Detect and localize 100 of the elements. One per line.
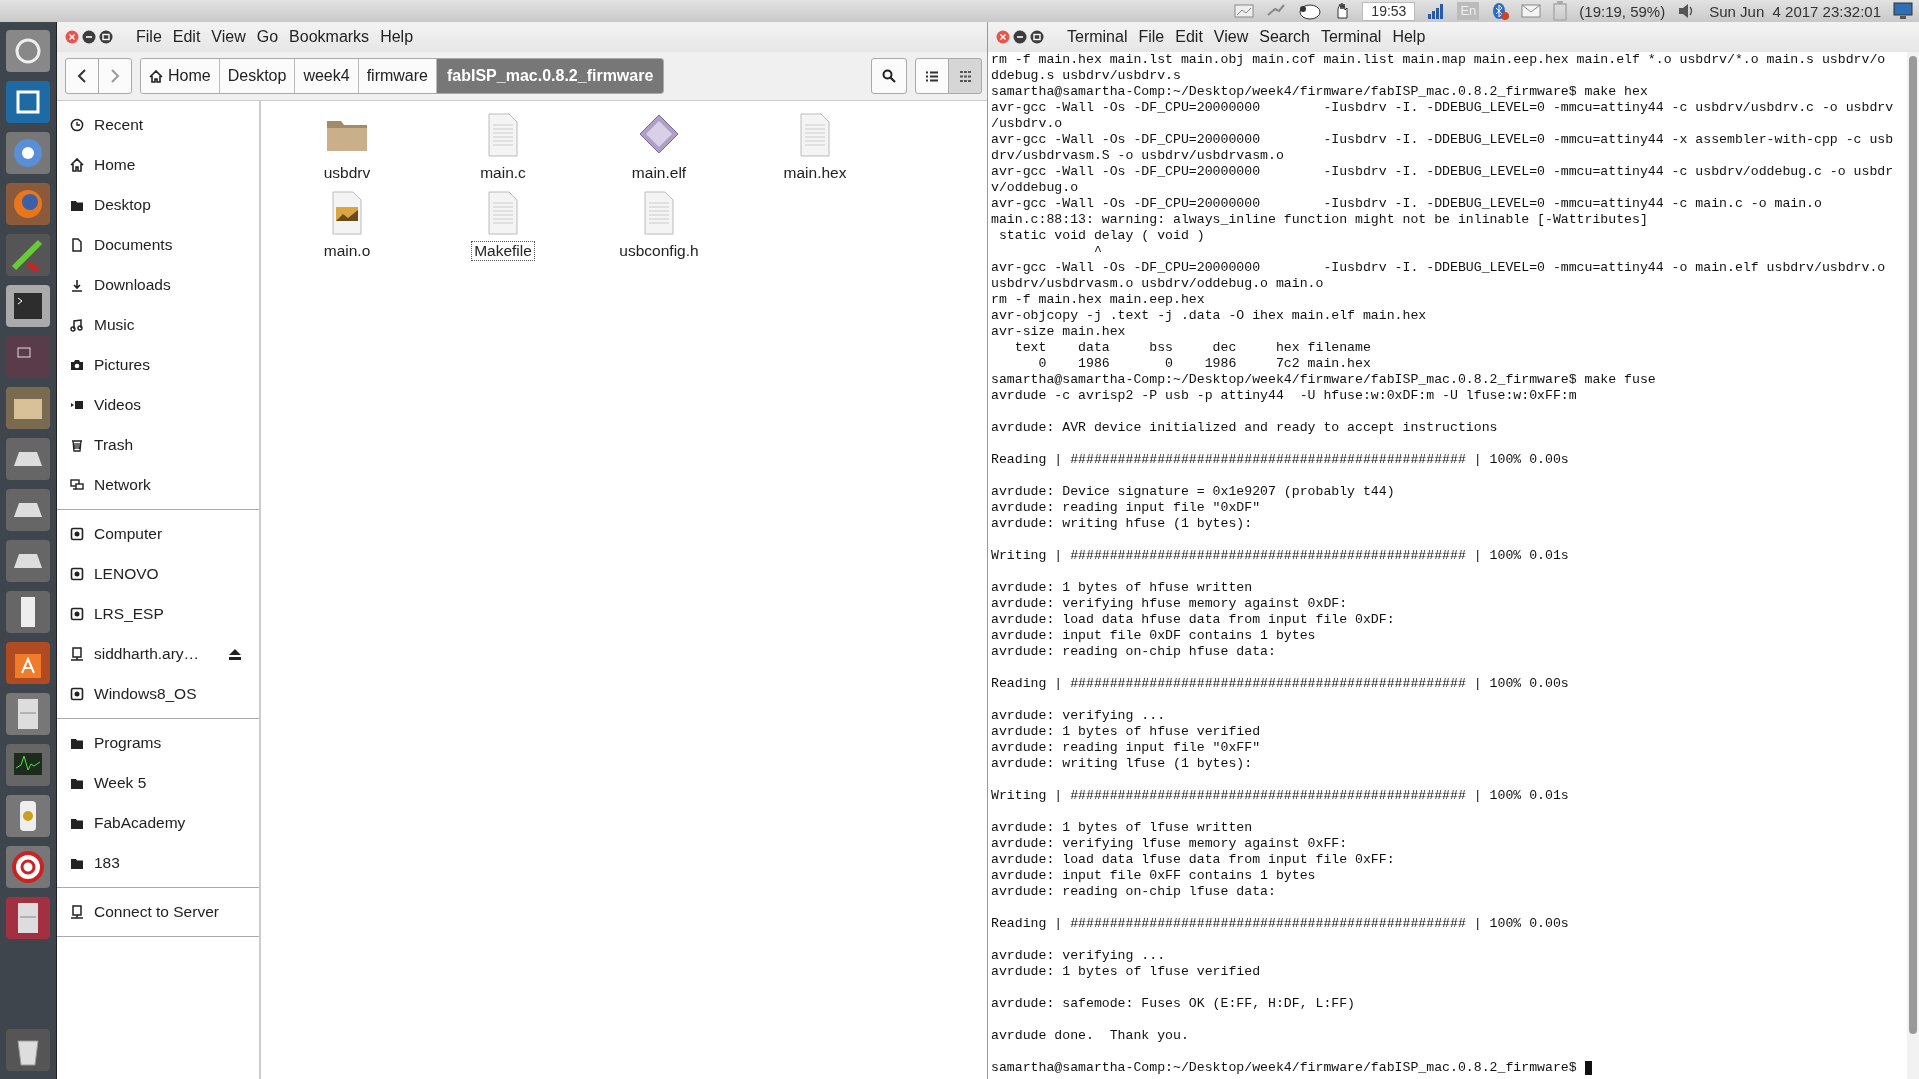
document-icon: [70, 238, 84, 252]
trash-icon[interactable]: [6, 1029, 50, 1071]
terminal-icon[interactable]: [6, 285, 50, 327]
path-button[interactable]: fabISP_mac.0.8.2_firmware: [437, 59, 664, 93]
menu-item[interactable]: Terminal: [1320, 28, 1382, 46]
menu-item[interactable]: File: [136, 28, 162, 46]
terminal-line: avrdude: 1 bytes of hfuse verified: [991, 724, 1261, 740]
list-view-button[interactable]: [915, 58, 949, 94]
file-name[interactable]: main.c: [477, 163, 529, 183]
shopping-bag-icon[interactable]: [6, 642, 50, 684]
eject-icon[interactable]: [229, 648, 241, 660]
cabinet-icon[interactable]: [6, 693, 50, 735]
terminal-line: Reading | ################################################## | 100% 0.00s: [991, 916, 1569, 932]
battery-status[interactable]: (19:19, 59%): [1579, 2, 1666, 20]
terminal-line: rm -f main.hex main.eep.hex: [991, 292, 1205, 308]
sidebar-item[interactable]: Connect to Server: [57, 892, 259, 932]
terminal-line: avrdude: input file 0xFF contains 1 bytes: [991, 868, 1316, 884]
menu-item[interactable]: Edit: [1175, 28, 1203, 46]
back-button[interactable]: [65, 58, 99, 94]
file-name[interactable]: usbdrv: [320, 163, 374, 183]
terminal-line: ^: [1092, 244, 1102, 260]
monitor-graph-icon[interactable]: [6, 744, 50, 786]
menu-item[interactable]: View: [211, 28, 246, 46]
terminal-line: static void delay ( void ): [997, 228, 1205, 244]
sidebar-item[interactable]: Home: [57, 145, 259, 185]
sidebar-item[interactable]: Recent: [57, 105, 259, 145]
terminal-line: avrdude: verifying lfuse memory against 0xFF:: [991, 836, 1348, 852]
brush-icon[interactable]: [6, 234, 50, 276]
sidebar-item[interactable]: Windows8_OS: [57, 674, 259, 714]
file-name[interactable]: usbconfig.h: [616, 241, 702, 261]
path-button[interactable]: Home: [141, 59, 220, 93]
sidebar-item[interactable]: Documents: [57, 225, 259, 265]
sidebar-item[interactable]: Desktop: [57, 185, 259, 225]
window-icon[interactable]: [6, 81, 50, 123]
menu-item[interactable]: Help: [380, 28, 414, 46]
terminal-line: avrdude: writing lfuse (1 bytes):: [991, 756, 1253, 772]
sidebar-item[interactable]: LENOVO: [57, 554, 259, 594]
home-icon: [70, 158, 84, 172]
folder-icon: [70, 198, 84, 212]
terminal-line: avrdude: Device signature = 0x1e9207 (probably t44): [991, 484, 1395, 500]
round-logo-icon[interactable]: [6, 30, 50, 72]
file-name[interactable]: main.o: [320, 241, 374, 261]
sidebar-item[interactable]: Downloads: [57, 265, 259, 305]
minimize-button[interactable]: [82, 30, 96, 44]
date-time[interactable]: Sun Jun 4 2017 23:32:01: [1709, 2, 1881, 20]
bluetooth-icon[interactable]: [1491, 2, 1510, 20]
menu-item[interactable]: Help: [1392, 28, 1426, 46]
terminal-line: Writing | ################################################## | 100% 0.01s: [991, 548, 1569, 564]
menu-item[interactable]: File: [1138, 28, 1165, 46]
file-name[interactable]: main.hex: [780, 163, 850, 183]
monitor-icon[interactable]: [1893, 2, 1913, 20]
mail-icon[interactable]: [1521, 4, 1542, 18]
path-button[interactable]: week4: [295, 59, 359, 93]
terminal-line: avrdude: reading input file "0xDF": [991, 500, 1261, 516]
terminal-line: avrdude: writing hfuse (1 bytes):: [991, 516, 1253, 532]
menu-item[interactable]: View: [1213, 28, 1249, 46]
drive-icon[interactable]: [6, 489, 50, 531]
close-button[interactable]: [996, 30, 1010, 44]
image-icon[interactable]: [1234, 4, 1255, 18]
menu-item[interactable]: Edit: [172, 28, 201, 46]
scrollbar[interactable]: [1907, 52, 1919, 1079]
sidebar-item[interactable]: 183: [57, 843, 259, 883]
folder-icon: [70, 736, 84, 750]
sidebar-item[interactable]: Week 5: [57, 763, 259, 803]
sidebar-item[interactable]: Network: [57, 465, 259, 505]
minimize-button[interactable]: [1013, 30, 1027, 44]
sidebar-item[interactable]: Music: [57, 305, 259, 345]
maximize-button[interactable]: [1030, 30, 1044, 44]
cabinet-icon[interactable]: [6, 897, 50, 939]
path-button[interactable]: firmware: [358, 59, 437, 93]
terminal-line: avrdude: reading on-chip hfuse data:: [991, 644, 1276, 660]
grid-view-button[interactable]: [948, 58, 982, 94]
folder-icon[interactable]: [6, 387, 50, 429]
sidebar-item[interactable]: Computer: [57, 514, 259, 554]
maximize-button[interactable]: [99, 30, 113, 44]
file-name[interactable]: main.elf: [628, 163, 690, 183]
drive-icon[interactable]: [6, 438, 50, 480]
window-grid-icon[interactable]: [6, 336, 50, 378]
clock-text[interactable]: 19:53: [1362, 1, 1416, 21]
drive-icon: [70, 567, 84, 581]
sidebar-item[interactable]: siddharth.ary…: [57, 634, 259, 674]
sidebar-item[interactable]: FabAcademy: [57, 803, 259, 843]
drive-icon[interactable]: [6, 540, 50, 582]
sidebar-item[interactable]: LRS_ESP: [57, 594, 259, 634]
signal-icon[interactable]: [1427, 3, 1446, 19]
path-button[interactable]: Desktop: [219, 59, 296, 93]
scrollbar-thumb[interactable]: [1909, 56, 1917, 1035]
search-button[interactable]: [871, 58, 907, 94]
terminal-line: avrdude done. Thank you.: [991, 1028, 1189, 1044]
menu-item[interactable]: Bookmarks: [289, 28, 370, 46]
menu-item[interactable]: Go: [256, 28, 279, 46]
menu-item[interactable]: Search: [1259, 28, 1310, 46]
file-name[interactable]: Makefile: [471, 241, 535, 261]
sidebar-item[interactable]: Programs: [57, 723, 259, 763]
folder-icon: [70, 776, 84, 790]
terminal-line: 0 1986 0 1986 7c2 main.hex: [1037, 356, 1371, 372]
close-button[interactable]: [65, 30, 79, 44]
sidebar-item[interactable]: Pictures: [57, 345, 259, 385]
sidebar-item[interactable]: Trash: [57, 425, 259, 465]
sidebar-item[interactable]: Videos: [57, 385, 259, 425]
